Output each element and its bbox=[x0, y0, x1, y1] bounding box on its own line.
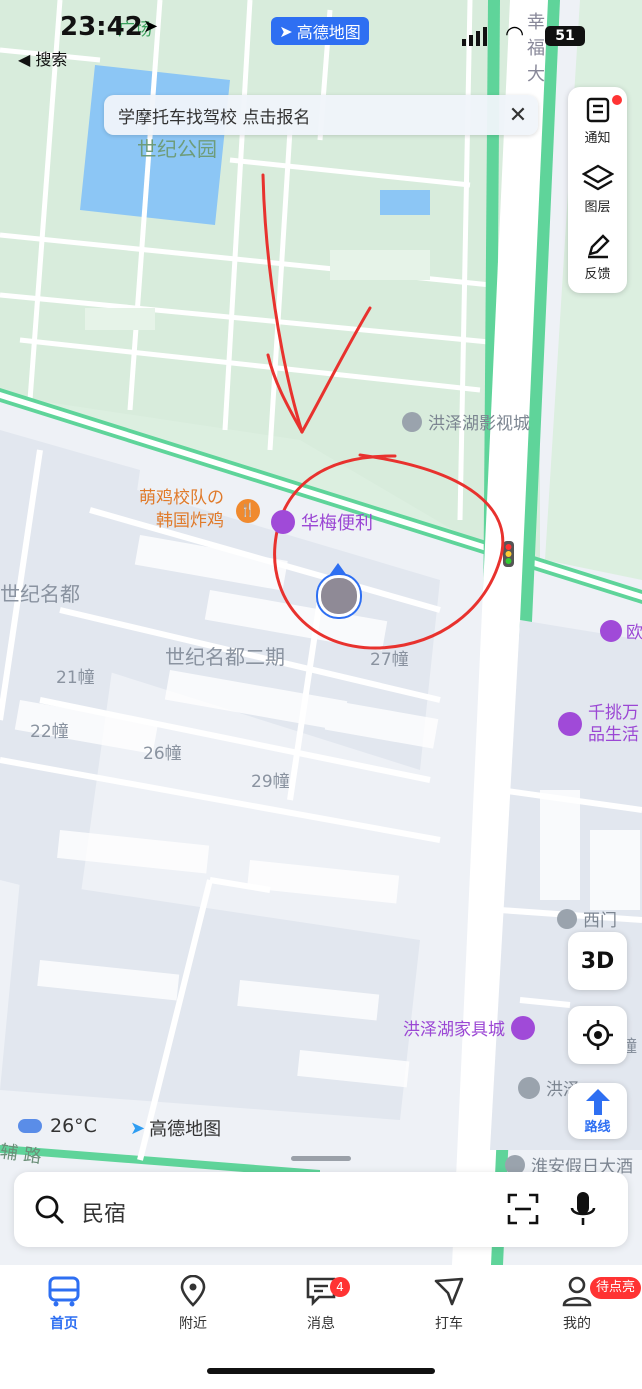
home-indicator bbox=[207, 1368, 435, 1374]
search-bar[interactable]: 民宿 bbox=[14, 1172, 628, 1247]
restaurant-icon: 🍴 bbox=[236, 499, 260, 523]
banner-text: 学摩托车找驾校 点击报名 bbox=[118, 107, 311, 128]
pin-icon bbox=[180, 1275, 206, 1307]
location-arrow-icon: ➤ bbox=[143, 16, 159, 37]
avatar bbox=[318, 575, 360, 617]
map-label-bldg22: 22幢 bbox=[30, 722, 69, 742]
back-to-search-button[interactable]: ◀ 搜索 bbox=[18, 46, 67, 70]
status-time: 23:42 bbox=[60, 12, 143, 42]
taxi-icon bbox=[434, 1277, 464, 1306]
store-icon bbox=[271, 510, 295, 534]
shop-icon bbox=[558, 712, 582, 736]
feedback-pen-icon bbox=[587, 234, 610, 259]
close-icon[interactable]: ✕ bbox=[498, 103, 538, 128]
search-icon bbox=[35, 1195, 64, 1224]
route-arrow-icon bbox=[585, 1088, 610, 1115]
hotel-icon bbox=[518, 1076, 540, 1099]
poi-right-top[interactable]: 欧 bbox=[600, 618, 642, 643]
scan-icon[interactable] bbox=[506, 1192, 540, 1226]
feedback-button[interactable]: 反馈 bbox=[568, 223, 627, 291]
profile-badge: 待点亮 bbox=[590, 1277, 642, 1299]
map-label-bldg27: 27幢 bbox=[370, 650, 409, 670]
message-count-badge: 4 bbox=[330, 1277, 350, 1297]
wifi-icon: ◠ bbox=[505, 22, 525, 47]
map-label-bldg26: 26幢 bbox=[143, 744, 182, 764]
notification-dot bbox=[612, 95, 622, 105]
layers-button[interactable]: 图层 bbox=[568, 155, 627, 223]
poi-furniture[interactable]: 洪泽湖家具城 bbox=[403, 1015, 535, 1040]
shop-icon bbox=[511, 1015, 535, 1040]
poi-shop[interactable]: 千挑万 品生活 bbox=[558, 702, 639, 746]
poi-restaurant[interactable]: 萌鸡校队の 韩国炸鸡 bbox=[139, 487, 224, 533]
cinema-icon bbox=[402, 411, 422, 432]
notice-icon bbox=[586, 97, 609, 123]
tab-taxi[interactable]: 打车 bbox=[404, 1275, 494, 1333]
tab-profile[interactable]: 待点亮 我的 bbox=[532, 1275, 642, 1333]
layers-icon bbox=[581, 164, 614, 191]
route-button[interactable]: 路线 bbox=[568, 1083, 627, 1139]
tab-messages[interactable]: 4 消息 bbox=[276, 1275, 366, 1333]
3d-view-button[interactable]: 3D bbox=[568, 932, 627, 990]
poi-west-gate[interactable]: 西门 bbox=[557, 906, 617, 931]
map-label-bldg29: 29幢 bbox=[251, 772, 290, 792]
gate-icon bbox=[557, 908, 577, 929]
map-tools-panel: 通知 图层 反馈 bbox=[568, 87, 627, 293]
poi-cinema[interactable]: 洪泽湖影视城 bbox=[402, 409, 530, 434]
tab-home[interactable]: 首页 bbox=[19, 1275, 109, 1333]
promo-banner[interactable]: 学摩托车找驾校 点击报名 ✕ bbox=[104, 95, 538, 135]
map-label-community: 世纪名都二期 bbox=[165, 645, 285, 669]
map-label-community-left: 世纪名都 bbox=[0, 582, 80, 606]
amap-watermark: ➤ 高德地图 bbox=[130, 1117, 222, 1141]
map-label-bldg21: 21幢 bbox=[56, 668, 95, 688]
cloud-icon bbox=[18, 1119, 42, 1133]
user-icon bbox=[562, 1276, 592, 1307]
poi-store[interactable]: 华梅便利 bbox=[271, 509, 373, 535]
mic-icon[interactable] bbox=[570, 1190, 596, 1228]
shop-icon bbox=[600, 619, 622, 642]
bus-icon bbox=[48, 1276, 80, 1307]
locate-button[interactable] bbox=[568, 1006, 627, 1064]
status-bar: 23:42 ➤ ◀ 搜索 ➤ 高德地图 ◠ 51 bbox=[0, 0, 642, 69]
battery-icon: 51 bbox=[545, 26, 585, 46]
search-input[interactable]: 民宿 bbox=[82, 1196, 126, 1228]
drawer-handle[interactable] bbox=[291, 1156, 351, 1161]
signal-icon bbox=[462, 27, 487, 46]
app-badge: ➤ 高德地图 bbox=[271, 17, 369, 45]
amap-logo-icon: ➤ bbox=[279, 21, 293, 41]
map-label-road: 辅 路 bbox=[0, 1141, 43, 1168]
weather-widget[interactable]: 26°C bbox=[18, 1115, 97, 1137]
amap-logo-icon: ➤ bbox=[130, 1117, 146, 1139]
tab-nearby[interactable]: 附近 bbox=[148, 1275, 238, 1333]
user-location-marker[interactable] bbox=[318, 563, 360, 617]
map-label-park: 世纪公园 bbox=[137, 137, 217, 161]
locate-icon bbox=[582, 1020, 613, 1050]
traffic-light-icon bbox=[503, 541, 514, 567]
